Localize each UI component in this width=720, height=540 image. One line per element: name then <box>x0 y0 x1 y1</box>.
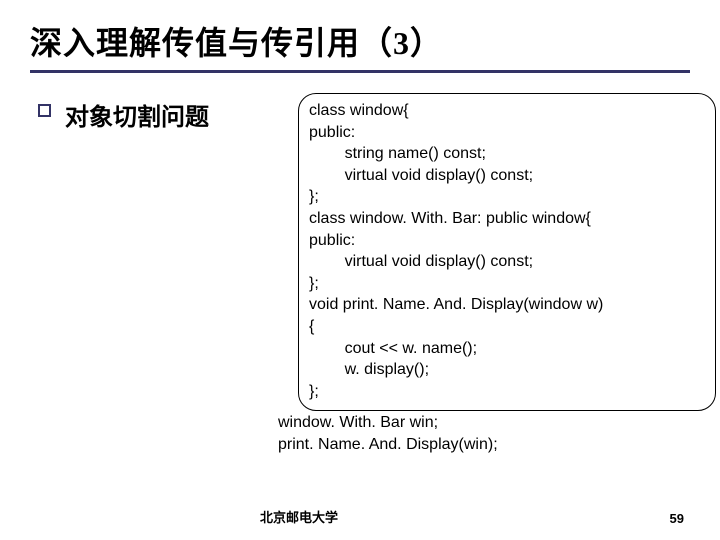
slide: 深入理解传值与传引用（3） 对象切割问题 class window{ publi… <box>0 0 720 540</box>
footer-page-number: 59 <box>670 511 684 526</box>
bullet-item: 对象切割问题 <box>38 97 270 132</box>
code-below-box: window. With. Bar win; print. Name. And.… <box>278 412 498 455</box>
code-box: class window{ public: string name() cons… <box>298 93 716 411</box>
code-block: class window{ public: string name() cons… <box>309 100 705 402</box>
slide-title: 深入理解传值与传引用（3） <box>30 18 690 64</box>
square-bullet-icon <box>38 104 51 117</box>
title-underline <box>30 70 690 73</box>
footer-organization: 北京邮电大学 <box>260 507 338 526</box>
content-area: 对象切割问题 class window{ public: string name… <box>30 97 690 132</box>
bullet-text: 对象切割问题 <box>65 97 209 132</box>
left-column: 对象切割问题 <box>30 97 270 132</box>
